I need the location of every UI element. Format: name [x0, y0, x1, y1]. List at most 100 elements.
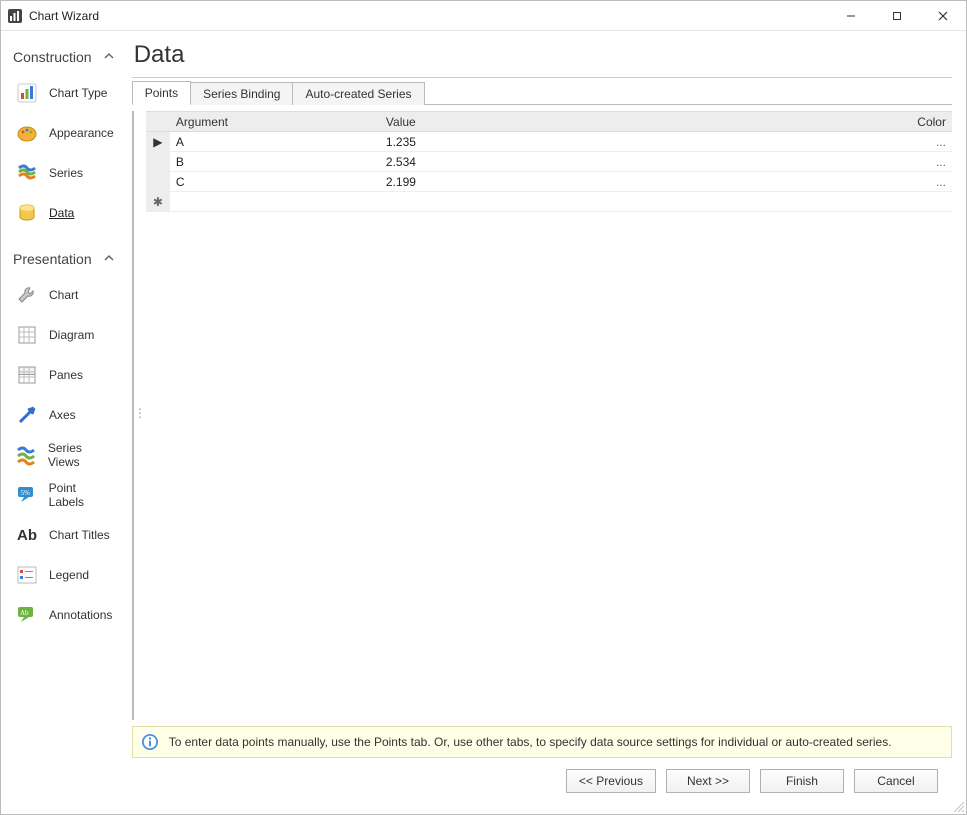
- sidebar-item-label: Panes: [49, 368, 83, 382]
- button-label: Next >>: [687, 774, 729, 788]
- sidebar-item-chart[interactable]: Chart: [13, 275, 114, 315]
- minimize-button[interactable]: [828, 1, 874, 31]
- table-row[interactable]: ▶ A 1.235 ...: [146, 132, 952, 152]
- cell-color-ellipsis[interactable]: ...: [590, 132, 952, 152]
- sidebar-item-label: Series Views: [48, 441, 114, 469]
- app-icon: [7, 8, 23, 24]
- row-marker: [146, 172, 170, 192]
- svg-text:5%: 5%: [20, 489, 30, 497]
- cell-color-ellipsis[interactable]: [590, 192, 952, 212]
- svg-text:Ab: Ab: [20, 609, 29, 617]
- sidebar-item-axes[interactable]: Axes: [13, 395, 114, 435]
- previous-button[interactable]: << Previous: [566, 769, 656, 793]
- sidebar-group-presentation[interactable]: Presentation: [13, 251, 114, 267]
- sidebar-item-point-labels[interactable]: 5% Point Labels: [13, 475, 114, 515]
- sidebar-item-panes[interactable]: Panes: [13, 355, 114, 395]
- column-header-value[interactable]: Value: [380, 112, 590, 132]
- title-bar: Chart Wizard: [1, 1, 966, 31]
- chevron-up-icon: [104, 51, 114, 64]
- points-table[interactable]: Argument Value Color ▶ A 1.235: [146, 111, 952, 212]
- cancel-button[interactable]: Cancel: [854, 769, 938, 793]
- tab-label: Series Binding: [203, 87, 280, 101]
- table-row[interactable]: C 2.199 ...: [146, 172, 952, 192]
- splitter[interactable]: ⋮: [134, 105, 146, 720]
- window-title: Chart Wizard: [29, 9, 99, 23]
- sidebar-item-legend[interactable]: Legend: [13, 555, 114, 595]
- sidebar-item-label: Chart: [49, 288, 78, 302]
- grid-icon: [15, 323, 39, 347]
- sidebar-item-label: Chart Titles: [49, 528, 110, 542]
- maximize-button[interactable]: [874, 1, 920, 31]
- button-label: << Previous: [579, 774, 643, 788]
- sidebar: Construction Chart Type Appearance: [1, 31, 122, 814]
- cell-color-ellipsis[interactable]: ...: [590, 172, 952, 192]
- tabs: Points Series Binding Auto-created Serie…: [132, 79, 952, 105]
- chart-wizard-window: Chart Wizard Construction Char: [0, 0, 967, 815]
- layers-icon: [15, 161, 39, 185]
- cell-value[interactable]: 2.534: [380, 152, 590, 172]
- sidebar-item-annotations[interactable]: Ab Annotations: [13, 595, 114, 635]
- sidebar-item-label: Series: [49, 166, 83, 180]
- cell-value[interactable]: 2.199: [380, 172, 590, 192]
- legend-icon: [15, 563, 39, 587]
- sidebar-item-label: Point Labels: [49, 481, 114, 509]
- main-pane: Data Points Series Binding Auto-created …: [122, 31, 966, 814]
- sidebar-item-label: Axes: [49, 408, 76, 422]
- tab-auto-created-series[interactable]: Auto-created Series: [292, 82, 424, 105]
- tab-label: Auto-created Series: [305, 87, 411, 101]
- info-text: To enter data points manually, use the P…: [169, 735, 892, 749]
- sidebar-item-label: Data: [49, 206, 74, 220]
- cell-argument[interactable]: C: [170, 172, 380, 192]
- chevron-up-icon: [104, 253, 114, 266]
- grid-icon: [15, 363, 39, 387]
- column-header-marker[interactable]: [146, 112, 170, 132]
- sidebar-item-diagram[interactable]: Diagram: [13, 315, 114, 355]
- ab-icon: Ab: [15, 523, 39, 547]
- sidebar-item-chart-titles[interactable]: Ab Chart Titles: [13, 515, 114, 555]
- cell-argument[interactable]: B: [170, 152, 380, 172]
- close-button[interactable]: [920, 1, 966, 31]
- column-header-argument[interactable]: Argument: [170, 112, 380, 132]
- table-row[interactable]: B 2.534 ...: [146, 152, 952, 172]
- cell-value[interactable]: [380, 192, 590, 212]
- info-bar: To enter data points manually, use the P…: [132, 726, 952, 758]
- button-label: Cancel: [877, 774, 914, 788]
- arrow-icon: [15, 403, 39, 427]
- sidebar-group-label: Construction: [13, 49, 92, 65]
- table-row-new[interactable]: ✱: [146, 192, 952, 212]
- series-views-icon: [15, 443, 38, 467]
- database-icon: [15, 201, 39, 225]
- row-marker-current-icon: ▶: [146, 132, 170, 152]
- cell-value[interactable]: 1.235: [380, 132, 590, 152]
- sidebar-item-series[interactable]: Series: [13, 153, 114, 193]
- sidebar-item-series-views[interactable]: Series Views: [13, 435, 114, 475]
- row-marker: [146, 152, 170, 172]
- column-header-color[interactable]: Color: [590, 112, 952, 132]
- page-title: Data: [134, 41, 952, 69]
- cell-argument[interactable]: [170, 192, 380, 212]
- next-button[interactable]: Next >>: [666, 769, 750, 793]
- sidebar-item-data[interactable]: Data: [13, 193, 114, 233]
- sidebar-group-construction[interactable]: Construction: [13, 49, 114, 65]
- tab-label: Points: [145, 86, 178, 100]
- resize-grip-icon[interactable]: [951, 799, 965, 813]
- wrench-icon: [15, 283, 39, 307]
- point-labels-icon: 5%: [15, 483, 39, 507]
- tab-series-binding[interactable]: Series Binding: [190, 82, 293, 105]
- bar-chart-icon: [15, 81, 39, 105]
- sidebar-group-label: Presentation: [13, 251, 92, 267]
- sidebar-item-label: Appearance: [49, 126, 114, 140]
- points-grid: Argument Value Color ▶ A 1.235: [146, 111, 952, 720]
- cell-color-ellipsis[interactable]: ...: [590, 152, 952, 172]
- info-icon: [141, 733, 159, 751]
- row-marker-new-icon: ✱: [146, 192, 170, 212]
- footer: << Previous Next >> Finish Cancel: [132, 758, 952, 804]
- finish-button[interactable]: Finish: [760, 769, 844, 793]
- sidebar-item-chart-type[interactable]: Chart Type: [13, 73, 114, 113]
- sidebar-item-label: Chart Type: [49, 86, 107, 100]
- tab-points[interactable]: Points: [132, 81, 191, 105]
- cell-argument[interactable]: A: [170, 132, 380, 152]
- sidebar-item-appearance[interactable]: Appearance: [13, 113, 114, 153]
- button-label: Finish: [786, 774, 818, 788]
- sidebar-item-label: Legend: [49, 568, 89, 582]
